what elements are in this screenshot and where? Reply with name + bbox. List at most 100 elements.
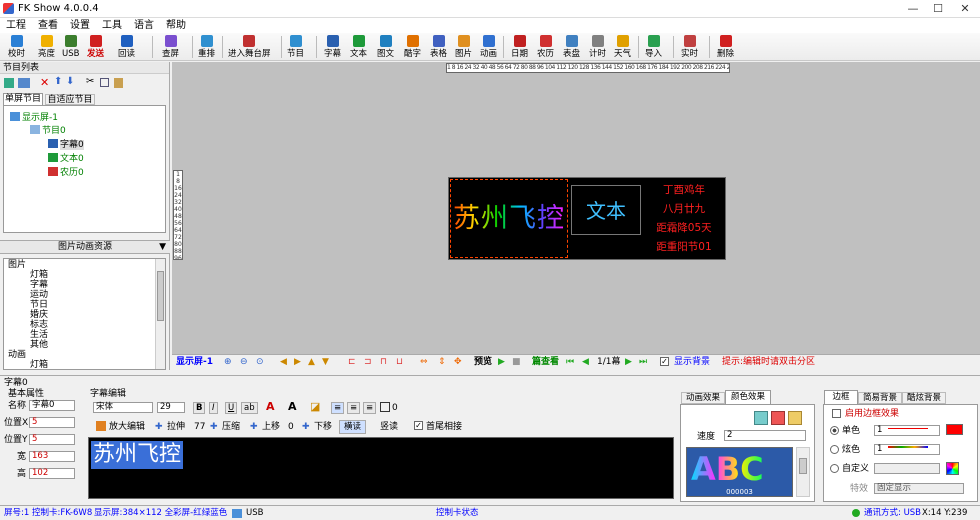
first-page-icon[interactable]: ⏮ xyxy=(566,357,574,367)
res-subtitle[interactable]: 字幕 xyxy=(30,280,48,290)
posx-field[interactable]: 5 xyxy=(29,417,75,428)
height-field[interactable]: 102 xyxy=(29,468,75,479)
width-field[interactable]: 163 xyxy=(29,451,75,462)
name-field[interactable]: 字幕0 xyxy=(29,400,75,411)
strike-button[interactable]: ab xyxy=(241,402,258,414)
toolbar-button-21[interactable]: 导入 xyxy=(645,34,662,60)
menu-project[interactable]: 工程 xyxy=(0,18,32,33)
subtitle-text-editor[interactable]: 苏州飞控 xyxy=(88,437,674,499)
res-sports[interactable]: 运动 xyxy=(30,290,48,300)
underline-button[interactable]: U xyxy=(225,402,238,414)
align-left-button[interactable]: ≡ xyxy=(331,402,345,414)
single-color-select[interactable]: 1 xyxy=(874,425,940,436)
stretch-icon[interactable]: ✚ xyxy=(155,422,163,432)
toolbar-button-12[interactable]: 酷字 xyxy=(404,34,421,60)
maximize-button[interactable]: ☐ xyxy=(923,0,953,18)
single-color-radio[interactable] xyxy=(830,426,839,435)
close-button[interactable]: ✕ xyxy=(950,0,980,18)
zoom-edit-icon[interactable] xyxy=(96,421,106,431)
prev-page-icon[interactable]: ◀ xyxy=(582,357,589,367)
squeeze-icon[interactable]: ✚ xyxy=(210,422,218,432)
play-icon[interactable]: ▶ xyxy=(498,357,505,367)
show-bg-checkbox[interactable]: ✓ xyxy=(660,357,669,366)
program-view-label[interactable]: 篇查看 xyxy=(532,357,559,367)
res-wedding[interactable]: 婚庆 xyxy=(30,310,48,320)
zoom-edit-button[interactable]: 放大编辑 xyxy=(109,422,145,432)
text-area[interactable]: 文本 xyxy=(571,185,641,235)
toolbar-button-4[interactable]: 回读 xyxy=(118,34,135,60)
led-screen-preview[interactable]: 苏州飞控 文本 丁酉鸡年 八月廿九 距霜降05天 距重阳节01 xyxy=(448,177,726,260)
tab-adaptive[interactable]: 自适应节目 xyxy=(45,94,95,105)
tree-item-lunar[interactable]: 农历0 xyxy=(48,167,84,178)
tab-border[interactable]: 边框 xyxy=(824,390,858,404)
copy-icon[interactable] xyxy=(100,78,109,87)
move-down-icon[interactable]: ⬇ xyxy=(66,76,74,87)
border-color-swatch[interactable] xyxy=(946,424,963,435)
resource-scrollbar[interactable] xyxy=(155,259,165,369)
remove-effect-icon[interactable] xyxy=(771,411,785,425)
toolbar-button-16[interactable]: 日期 xyxy=(511,34,528,60)
toolbar-button-23[interactable]: 删除 xyxy=(717,34,734,60)
toolbar-button-1[interactable]: 亮度 xyxy=(38,34,55,60)
italic-button[interactable]: I xyxy=(209,402,218,414)
colorful-radio[interactable] xyxy=(830,445,839,454)
tab-animation-effect[interactable]: 动画效果 xyxy=(681,392,725,404)
align-top-icon[interactable]: ⊓ xyxy=(380,357,387,367)
next-page-icon[interactable]: ▶ xyxy=(625,357,632,367)
font-size-select[interactable]: 29 xyxy=(157,402,185,413)
head-tail-checkbox[interactable]: ✓ xyxy=(414,421,423,430)
tab-color-effect[interactable]: 颜色效果 xyxy=(725,390,771,404)
toolbar-button-8[interactable]: 节目 xyxy=(287,34,304,60)
move-up-icon[interactable]: ▲ xyxy=(308,357,315,367)
last-page-icon[interactable]: ⏭ xyxy=(639,357,647,367)
stop-icon[interactable]: ■ xyxy=(512,357,521,367)
menu-language[interactable]: 语言 xyxy=(128,18,160,33)
add-area-icon[interactable] xyxy=(18,78,30,88)
move-right-icon[interactable]: ▶ xyxy=(294,357,301,367)
color-effect-preview[interactable]: ABC 000003 xyxy=(686,447,793,497)
toolbar-button-7[interactable]: 进入舞台屏 xyxy=(228,34,271,60)
res-animation[interactable]: 动画 xyxy=(8,350,26,360)
toolbar-button-17[interactable]: 农历 xyxy=(537,34,554,60)
align-right-button[interactable]: ≡ xyxy=(363,402,377,414)
custom-radio[interactable] xyxy=(830,464,839,473)
toolbar-button-13[interactable]: 表格 xyxy=(430,34,447,60)
full-screen-icon[interactable]: ✥ xyxy=(454,357,462,367)
res-logo[interactable]: 标志 xyxy=(30,320,48,330)
font-color-icon[interactable]: A xyxy=(266,400,275,413)
down-icon[interactable]: ✚ xyxy=(302,422,310,432)
add-program-icon[interactable] xyxy=(4,78,14,88)
move-down-icon[interactable]: ▼ xyxy=(322,357,329,367)
tab-simple-bg[interactable]: 简易背景 xyxy=(858,392,902,404)
toolbar-button-14[interactable]: 图片 xyxy=(455,34,472,60)
menu-help[interactable]: 帮助 xyxy=(160,18,192,33)
align-center-button[interactable]: ≡ xyxy=(347,402,361,414)
zoom-in-icon[interactable]: ⊕ xyxy=(224,357,232,367)
toolbar-button-5[interactable]: 查屏 xyxy=(162,34,179,60)
up-icon[interactable]: ✚ xyxy=(250,422,258,432)
dropdown-icon[interactable]: ▼ xyxy=(159,241,166,254)
move-down-button[interactable]: 下移 xyxy=(314,422,332,432)
zoom-fit-icon[interactable]: ⊙ xyxy=(256,357,264,367)
stretch-button[interactable]: 拉伸 xyxy=(167,422,185,432)
move-up-button[interactable]: 上移 xyxy=(262,422,280,432)
colorful-select[interactable]: 1 xyxy=(874,444,940,455)
add-effect-icon[interactable] xyxy=(754,411,768,425)
toolbar-button-19[interactable]: 计时 xyxy=(589,34,606,60)
tab-single-screen[interactable]: 单屏节目 xyxy=(3,93,43,105)
res-life[interactable]: 生活 xyxy=(30,330,48,340)
speed-select[interactable]: 2 xyxy=(724,430,806,441)
align-right-icon[interactable]: ⊐ xyxy=(364,357,372,367)
font-select[interactable]: 宋体 xyxy=(93,402,153,413)
tree-item-subtitle[interactable]: 字幕0 xyxy=(48,139,84,150)
menu-view[interactable]: 查看 xyxy=(32,18,64,33)
tree-item-program[interactable]: 节目0 xyxy=(30,125,66,136)
scroll-thumb[interactable] xyxy=(157,271,164,321)
zoom-out-icon[interactable]: ⊖ xyxy=(240,357,248,367)
spacing-icon[interactable] xyxy=(380,402,390,412)
cut-icon[interactable]: ✂ xyxy=(86,76,94,87)
res-other[interactable]: 其他 xyxy=(30,340,48,350)
align-left-icon[interactable]: ⊏ xyxy=(348,357,356,367)
tab-cool-bg[interactable]: 酷炫背景 xyxy=(902,392,946,404)
res-anim-light-box[interactable]: 灯箱 xyxy=(30,360,48,369)
